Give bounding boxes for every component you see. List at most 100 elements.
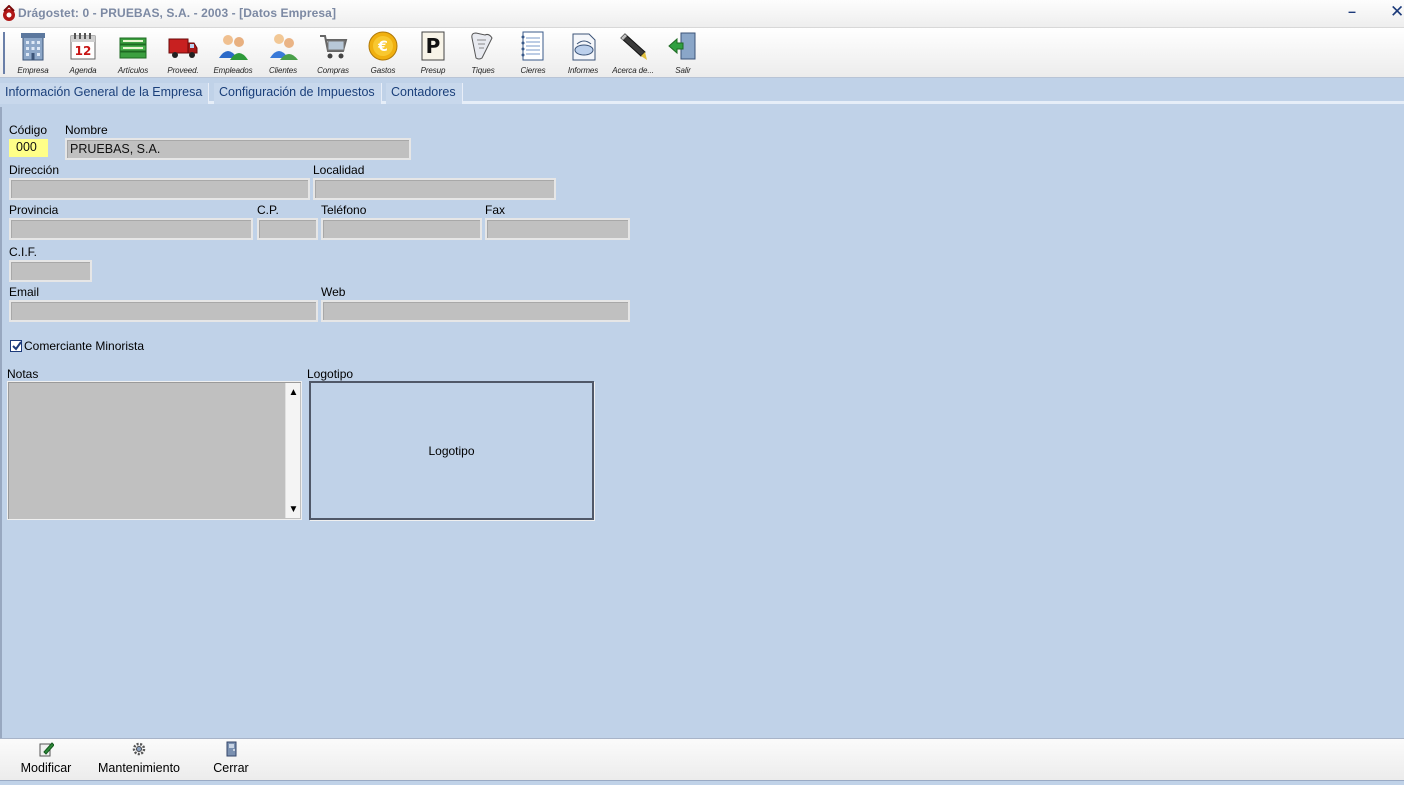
telefono-label: Teléfono: [321, 203, 367, 217]
employees-icon: [219, 35, 248, 60]
fax-label: Fax: [485, 203, 506, 217]
notebook-icon: [521, 31, 544, 61]
telefono-field[interactable]: [321, 218, 482, 240]
comerciante-minorista-label: Comerciante Minorista: [24, 339, 145, 353]
close-window-button[interactable]: ✕: [1390, 2, 1404, 22]
toolbar-cierres-button[interactable]: Cierres: [508, 30, 558, 76]
toolbar-label: Empleados: [213, 66, 253, 75]
cart-icon: [320, 35, 348, 59]
logotipo-label: Logotipo: [307, 367, 354, 381]
notas-label: Notas: [7, 367, 39, 381]
budget-p-icon: P: [421, 31, 445, 61]
toolbar-articulos-button[interactable]: Artículos: [108, 30, 158, 76]
toolbar-tiques-button[interactable]: Tiques: [458, 30, 508, 76]
toolbar-label: Agenda: [69, 66, 97, 75]
toolbar-label: Clientes: [268, 66, 298, 75]
toolbar-empleados-button[interactable]: Empleados: [208, 30, 258, 76]
toolbar-label: Acerca de...: [612, 66, 654, 75]
nombre-label: Nombre: [65, 123, 108, 137]
tab-strip: Información General de la Empresa Config…: [0, 80, 1404, 104]
toolbar-proveed-button[interactable]: Proveed.: [158, 30, 208, 76]
email-field[interactable]: [9, 300, 318, 322]
mantenimiento-button[interactable]: Mantenimiento: [92, 741, 186, 779]
toolbar-informes-button[interactable]: Informes: [558, 30, 608, 76]
svg-text:P: P: [426, 34, 441, 58]
codigo-field[interactable]: 000: [9, 139, 48, 157]
codigo-label: Código: [9, 123, 48, 137]
nombre-field[interactable]: PRUEBAS, S.A.: [65, 138, 411, 160]
web-field[interactable]: [321, 300, 630, 322]
notas-scrollbar[interactable]: ▲ ▼: [285, 383, 300, 518]
bottom-action-bar: Modificar Mantenimiento Cerrar: [0, 738, 1404, 780]
building-icon: [21, 33, 45, 61]
direccion-field[interactable]: [9, 178, 310, 200]
calendar-icon: 12: [70, 33, 96, 60]
tab-contadores[interactable]: Contadores: [386, 83, 463, 104]
notas-textarea[interactable]: ▲ ▼: [7, 381, 302, 520]
cif-field[interactable]: [9, 260, 92, 282]
edit-icon: [39, 742, 54, 757]
fax-field[interactable]: [485, 218, 630, 240]
toolbar-presup-button[interactable]: P Presup: [408, 30, 458, 76]
toolbar-label: Informes: [567, 66, 599, 75]
exit-door-icon: [668, 32, 696, 60]
modificar-label: Modificar: [20, 761, 72, 775]
cif-label: C.I.F.: [9, 245, 38, 259]
cerrar-label: Cerrar: [213, 761, 249, 775]
provincia-field[interactable]: [9, 218, 253, 240]
truck-icon: [168, 38, 198, 58]
toolbar-label: Gastos: [370, 66, 396, 75]
toolbar-label: Proveed.: [167, 66, 199, 75]
toolbar-label: Compras: [317, 66, 349, 75]
toolbar-label: Empresa: [17, 66, 49, 75]
clients-icon: [270, 34, 298, 60]
toolbar-label: Salir: [675, 66, 691, 75]
scroll-up-arrow-icon[interactable]: ▲: [286, 385, 301, 400]
web-label: Web: [321, 285, 346, 299]
toolbar-grip[interactable]: [3, 32, 7, 74]
toolbar-salir-button[interactable]: Salir: [658, 30, 708, 76]
app-logo-icon: [3, 5, 15, 21]
mantenimiento-label: Mantenimiento: [98, 761, 180, 775]
localidad-field[interactable]: [313, 178, 556, 200]
euro-coin-icon: €: [368, 31, 398, 61]
report-icon: [572, 33, 596, 61]
scroll-down-arrow-icon[interactable]: ▼: [286, 502, 301, 517]
toolbar-empresa-button[interactable]: Empresa: [8, 30, 58, 76]
svg-text:12: 12: [75, 44, 92, 58]
main-toolbar: Empresa 12 Agenda Artículos Proveed. Emp…: [0, 28, 1404, 78]
toolbar-label: Artículos: [117, 66, 149, 75]
logotipo-placeholder: Logotipo: [428, 444, 475, 458]
toolbar-acerca-button[interactable]: Acerca de...: [608, 30, 658, 76]
receipt-scroll-icon: [471, 32, 493, 60]
email-label: Email: [9, 285, 40, 299]
title-bar: Drágostet: 0 - PRUEBAS, S.A. - 2003 - [D…: [0, 0, 1404, 28]
window-title: Drágostet: 0 - PRUEBAS, S.A. - 2003 - [D…: [18, 6, 337, 20]
gear-icon: [132, 742, 146, 756]
provincia-label: Provincia: [9, 203, 59, 217]
toolbar-label: Cierres: [520, 66, 546, 75]
toolbar-clientes-button[interactable]: Clientes: [258, 30, 308, 76]
cp-label: C.P.: [257, 203, 279, 217]
toolbar-label: Presup: [420, 66, 446, 75]
pen-icon: [620, 33, 647, 60]
toolbar-compras-button[interactable]: Compras: [308, 30, 358, 76]
minimize-button[interactable]: –: [1344, 3, 1360, 23]
boxes-icon: [119, 37, 147, 59]
status-strip: [0, 780, 1404, 785]
checkmark-icon: [12, 341, 22, 351]
tab-informacion-general[interactable]: Información General de la Empresa: [0, 83, 210, 104]
cp-field[interactable]: [257, 218, 318, 240]
direccion-label: Dirección: [9, 163, 60, 177]
close-door-icon: [226, 741, 237, 757]
comerciante-minorista-checkbox[interactable]: [10, 340, 22, 352]
toolbar-label: Tiques: [471, 66, 495, 75]
logotipo-image-box[interactable]: Logotipo: [309, 381, 594, 520]
toolbar-gastos-button[interactable]: € Gastos: [358, 30, 408, 76]
toolbar-agenda-button[interactable]: 12 Agenda: [58, 30, 108, 76]
svg-text:€: €: [377, 39, 388, 55]
cerrar-button[interactable]: Cerrar: [206, 741, 256, 779]
localidad-label: Localidad: [313, 163, 365, 177]
tab-configuracion-impuestos[interactable]: Configuración de Impuestos: [214, 83, 382, 104]
modificar-button[interactable]: Modificar: [16, 741, 76, 779]
